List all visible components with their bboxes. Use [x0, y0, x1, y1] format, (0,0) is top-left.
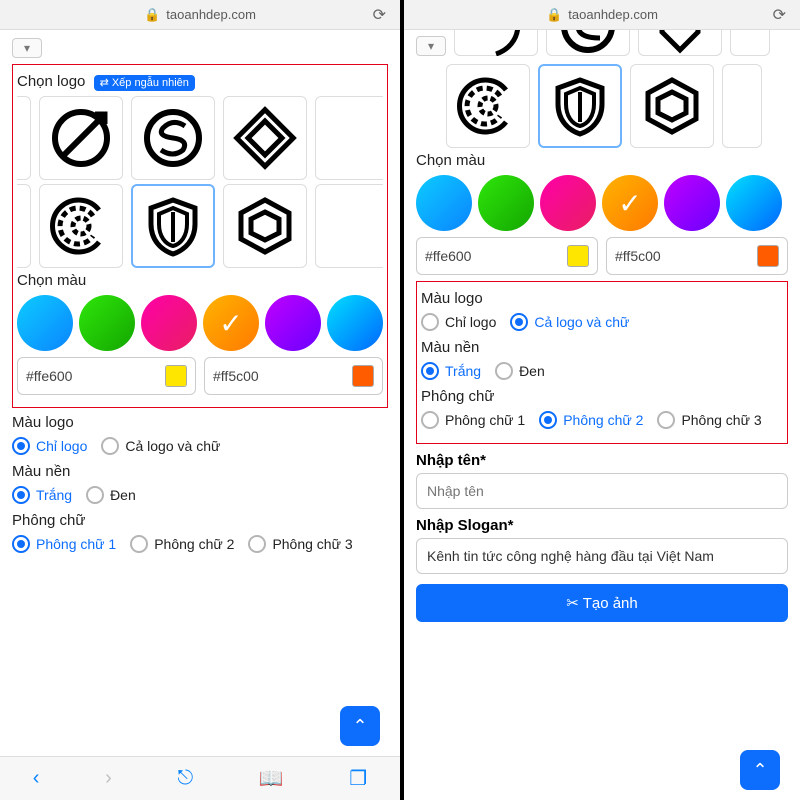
radio-font1-r[interactable]: Phông chữ 1: [421, 411, 525, 429]
refresh-icon-r[interactable]: ⟳: [773, 5, 786, 25]
radio-den[interactable]: Đen: [86, 486, 136, 504]
url-bar-r: 🔒 taoanhdep.com ⟳: [404, 0, 800, 30]
hex-input-1[interactable]: #ffe600: [17, 357, 196, 395]
choose-color-label: Chọn màu: [17, 272, 383, 289]
color-green-r[interactable]: [478, 175, 534, 231]
bg-color-label-r: Màu nền: [421, 339, 783, 356]
lock-icon: 🔒: [144, 7, 160, 23]
logo-tile-partial-1[interactable]: [454, 30, 538, 56]
hex-chip-1-r: [567, 245, 589, 267]
font-label-r: Phông chữ: [421, 388, 783, 405]
chevron-down-icon[interactable]: ▾: [12, 38, 42, 58]
logo-tile-cut[interactable]: [17, 96, 31, 180]
logo-tile-s-circle[interactable]: [131, 96, 215, 180]
slogan-input-label: Nhập Slogan*: [416, 517, 788, 534]
radio-chi-logo-r[interactable]: Chỉ logo: [421, 313, 496, 331]
font-label: Phông chữ: [12, 512, 388, 529]
color-blue[interactable]: [327, 295, 383, 351]
color-pink-r[interactable]: [540, 175, 596, 231]
hex-chip-1: [165, 365, 187, 387]
hex-chip-2: [352, 365, 374, 387]
hex-input-2-r[interactable]: #ff5c00: [606, 237, 788, 275]
radio-trang-r[interactable]: Trắng: [421, 362, 481, 380]
logo-tile-slash-circle[interactable]: [39, 96, 123, 180]
hex-chip-2-r: [757, 245, 779, 267]
slogan-input[interactable]: [416, 538, 788, 574]
radio-font2[interactable]: Phông chữ 2: [130, 535, 234, 553]
color-cyan[interactable]: [17, 295, 73, 351]
logo-tile-r-c[interactable]: [446, 64, 530, 148]
lock-icon: 🔒: [546, 7, 562, 23]
logo-tile-partial-2[interactable]: [546, 30, 630, 56]
scroll-top-button[interactable]: ⌃: [340, 706, 380, 746]
color-pink[interactable]: [141, 295, 197, 351]
highlighted-area-right: Màu logo Chỉ logo Cả logo và chữ Màu nền…: [416, 281, 788, 444]
shuffle-button[interactable]: ⇄ Xếp ngẫu nhiên: [94, 75, 195, 91]
color-green[interactable]: [79, 295, 135, 351]
radio-ca-logo-chu[interactable]: Cả logo và chữ: [101, 437, 220, 455]
logo-tile-cut2[interactable]: [17, 184, 31, 268]
logo-tile-r-shield-selected[interactable]: [538, 64, 622, 148]
url-bar: 🔒 taoanhdep.com ⟳: [0, 0, 400, 30]
logo-tile-partial-4[interactable]: [730, 30, 770, 56]
color-purple-r[interactable]: [664, 175, 720, 231]
hex-input-1-r[interactable]: #ffe600: [416, 237, 598, 275]
logo-color-label: Màu logo: [12, 414, 388, 431]
refresh-icon[interactable]: ⟳: [373, 5, 386, 25]
logo-tile-diamond[interactable]: [223, 96, 307, 180]
scroll-top-button-r[interactable]: ⌃: [740, 750, 780, 790]
color-cyan-r[interactable]: [416, 175, 472, 231]
logo-tile-hex[interactable]: [223, 184, 307, 268]
safari-toolbar: ‹ › ⎋ 📖 ❐: [0, 756, 400, 800]
url-text: taoanhdep.com: [166, 7, 256, 22]
radio-font1[interactable]: Phông chữ 1: [12, 535, 116, 553]
color-orange-selected[interactable]: ✓: [203, 295, 259, 351]
highlighted-area-left: Chọn logo ⇄ Xếp ngẫu nhiên: [12, 64, 388, 408]
chevron-down-icon-r[interactable]: ▾: [416, 36, 446, 56]
choose-logo-label: Chọn logo ⇄ Xếp ngẫu nhiên: [17, 73, 383, 90]
radio-font2-r[interactable]: Phông chữ 2: [539, 411, 643, 429]
logo-tile-cut-r[interactable]: [315, 96, 383, 180]
radio-chi-logo[interactable]: Chỉ logo: [12, 437, 87, 455]
color-blue-r[interactable]: [726, 175, 782, 231]
bookmarks-icon[interactable]: 📖: [259, 766, 284, 791]
hex-input-2[interactable]: #ff5c00: [204, 357, 383, 395]
share-icon[interactable]: ⎋: [177, 767, 193, 790]
bg-color-label: Màu nền: [12, 463, 388, 480]
url-text-r: taoanhdep.com: [568, 7, 658, 22]
logo-tile-r-hex[interactable]: [630, 64, 714, 148]
logo-tile-r-cut[interactable]: [722, 64, 762, 148]
logo-color-label-r: Màu logo: [421, 290, 783, 307]
radio-font3[interactable]: Phông chữ 3: [248, 535, 352, 553]
logo-tile-cut-r2[interactable]: [315, 184, 383, 268]
tabs-icon[interactable]: ❐: [349, 766, 367, 791]
back-icon[interactable]: ‹: [33, 767, 40, 790]
radio-font3-r[interactable]: Phông chữ 3: [657, 411, 761, 429]
logo-tile-c-maze[interactable]: [39, 184, 123, 268]
radio-ca-logo-chu-r[interactable]: Cả logo và chữ: [510, 313, 629, 331]
name-input[interactable]: [416, 473, 788, 509]
logo-tile-shield-selected[interactable]: [131, 184, 215, 268]
color-orange-selected-r[interactable]: ✓: [602, 175, 658, 231]
name-input-label: Nhập tên*: [416, 452, 788, 469]
forward-icon: ›: [105, 767, 112, 790]
radio-den-r[interactable]: Đen: [495, 362, 545, 380]
radio-trang[interactable]: Trắng: [12, 486, 72, 504]
create-image-button[interactable]: ✂ Tạo ảnh: [416, 584, 788, 622]
choose-color-label-r: Chọn màu: [416, 152, 788, 169]
color-purple[interactable]: [265, 295, 321, 351]
logo-tile-partial-3[interactable]: [638, 30, 722, 56]
